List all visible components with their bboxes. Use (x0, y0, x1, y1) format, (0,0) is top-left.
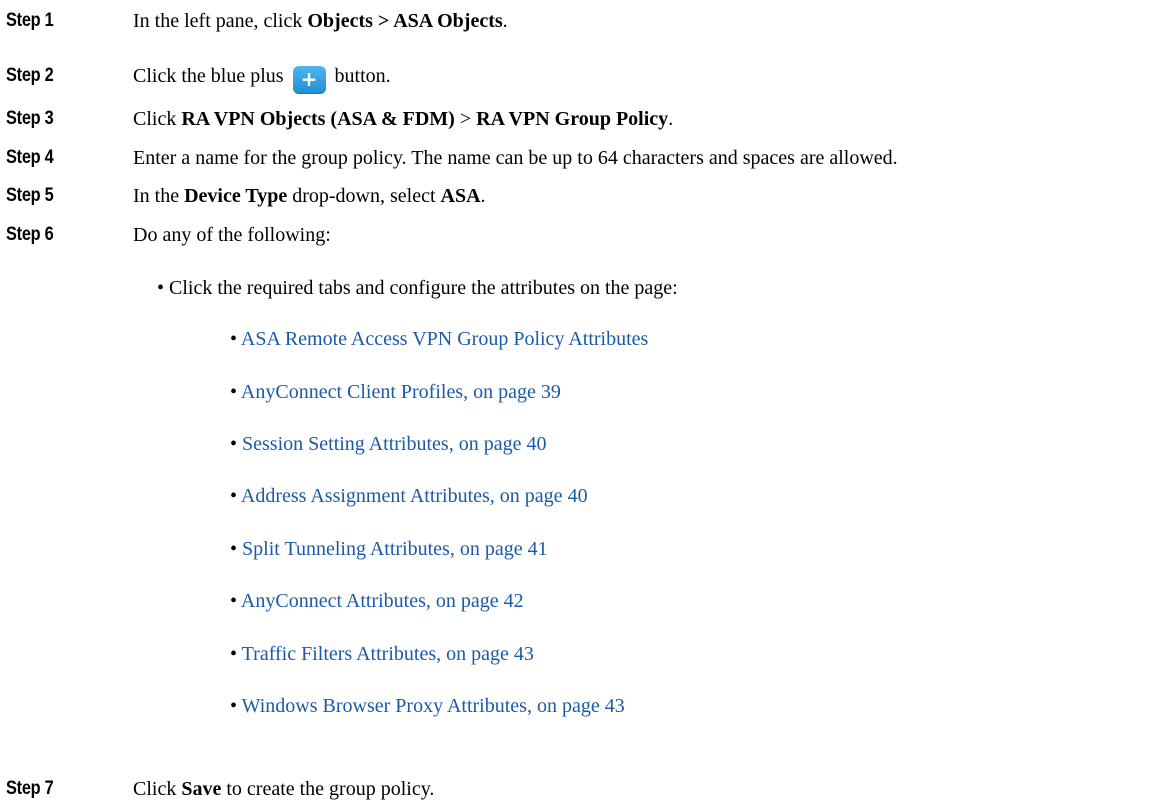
step-5-ui-field: Device Type (184, 185, 288, 207)
step-5-label: Step 5 (6, 185, 54, 206)
step-1-text-a: In the left pane, click (133, 10, 308, 32)
step-2-label: Step 2 (6, 65, 54, 86)
link-session-setting-attributes[interactable]: Session Setting Attributes, on page 40 (242, 433, 546, 455)
bullet-marker: • (230, 695, 238, 717)
step-1-label: Step 1 (6, 10, 54, 31)
step-5-text-b: drop-down, select (287, 185, 441, 207)
step-4-label: Step 4 (6, 147, 54, 168)
step-3-text: Click RA VPN Objects (ASA & FDM) > RA VP… (133, 108, 673, 131)
link-traffic-filters-attributes[interactable]: Traffic Filters Attributes, on page 43 (242, 643, 534, 665)
bullet-marker: • (230, 643, 238, 665)
step-6-text: Do any of the following: (133, 224, 331, 246)
step-1-text: In the left pane, click Objects > ASA Ob… (133, 10, 508, 33)
step-7-label: Step 7 (6, 778, 54, 799)
step-1-ui-path: Objects > ASA Objects (307, 10, 503, 32)
step-5-text-c: . (480, 185, 486, 207)
link-anyconnect-attributes[interactable]: AnyConnect Attributes, on page 42 (241, 590, 524, 612)
link-item: • Traffic Filters Attributes, on page 43 (230, 643, 534, 666)
step-4-text: Enter a name for the group policy. The n… (133, 147, 898, 169)
bullet-marker: • (230, 538, 238, 560)
step-1-text-b: . (502, 10, 508, 32)
bullet-item: • Click the required tabs and configure … (157, 277, 678, 300)
step-7-text-b: to create the group policy. (221, 778, 435, 800)
step-5-ui-value: ASA (440, 185, 481, 207)
step-2-text-a: Click the blue plus (133, 65, 284, 87)
bullet-marker: • (230, 590, 238, 612)
link-anyconnect-client-profiles[interactable]: AnyConnect Client Profiles, on page 39 (241, 381, 561, 403)
link-item: • Split Tunneling Attributes, on page 41 (230, 538, 548, 561)
link-item: • Windows Browser Proxy Attributes, on p… (230, 695, 625, 718)
step-2-text-b: button. (334, 65, 391, 87)
step-7-text: Click Save to create the group policy. (133, 778, 434, 801)
step-7-text-a: Click (133, 778, 182, 800)
step-3-text-b: . (668, 108, 674, 130)
step-3-ui-path-a: RA VPN Objects (ASA & FDM) (181, 108, 455, 130)
step-5-text: In the Device Type drop-down, select ASA… (133, 185, 486, 208)
link-item: • AnyConnect Client Profiles, on page 39 (230, 381, 561, 404)
step-3-ui-path-b: RA VPN Group Policy (476, 108, 669, 130)
step-6-label: Step 6 (6, 224, 54, 245)
bullet-marker: • (230, 433, 238, 455)
link-windows-browser-proxy-attributes[interactable]: Windows Browser Proxy Attributes, on pag… (242, 695, 625, 717)
link-split-tunneling-attributes[interactable]: Split Tunneling Attributes, on page 41 (242, 538, 548, 560)
bullet-marker: • (230, 381, 238, 403)
step-2-text: Click the blue plus + button. (133, 65, 391, 94)
link-item: • Address Assignment Attributes, on page… (230, 485, 588, 508)
link-asa-ra-vpn-group-policy-attributes[interactable]: ASA Remote Access VPN Group Policy Attri… (241, 328, 648, 350)
step-3-text-a: Click (133, 108, 182, 130)
plus-icon: + (292, 66, 326, 94)
step-3-label: Step 3 (6, 108, 54, 129)
bullet-marker: • (230, 328, 238, 350)
step-7-ui-button: Save (181, 778, 222, 800)
bullet-marker: • (230, 485, 238, 507)
link-address-assignment-attributes[interactable]: Address Assignment Attributes, on page 4… (241, 485, 588, 507)
link-item: • AnyConnect Attributes, on page 42 (230, 590, 524, 613)
step-5-text-a: In the (133, 185, 185, 207)
step-3-separator: > (454, 108, 477, 130)
link-item: • Session Setting Attributes, on page 40 (230, 433, 546, 456)
link-item: • ASA Remote Access VPN Group Policy Att… (230, 328, 648, 351)
bullet-text: Click the required tabs and configure th… (169, 277, 678, 299)
bullet-marker: • (157, 277, 165, 299)
